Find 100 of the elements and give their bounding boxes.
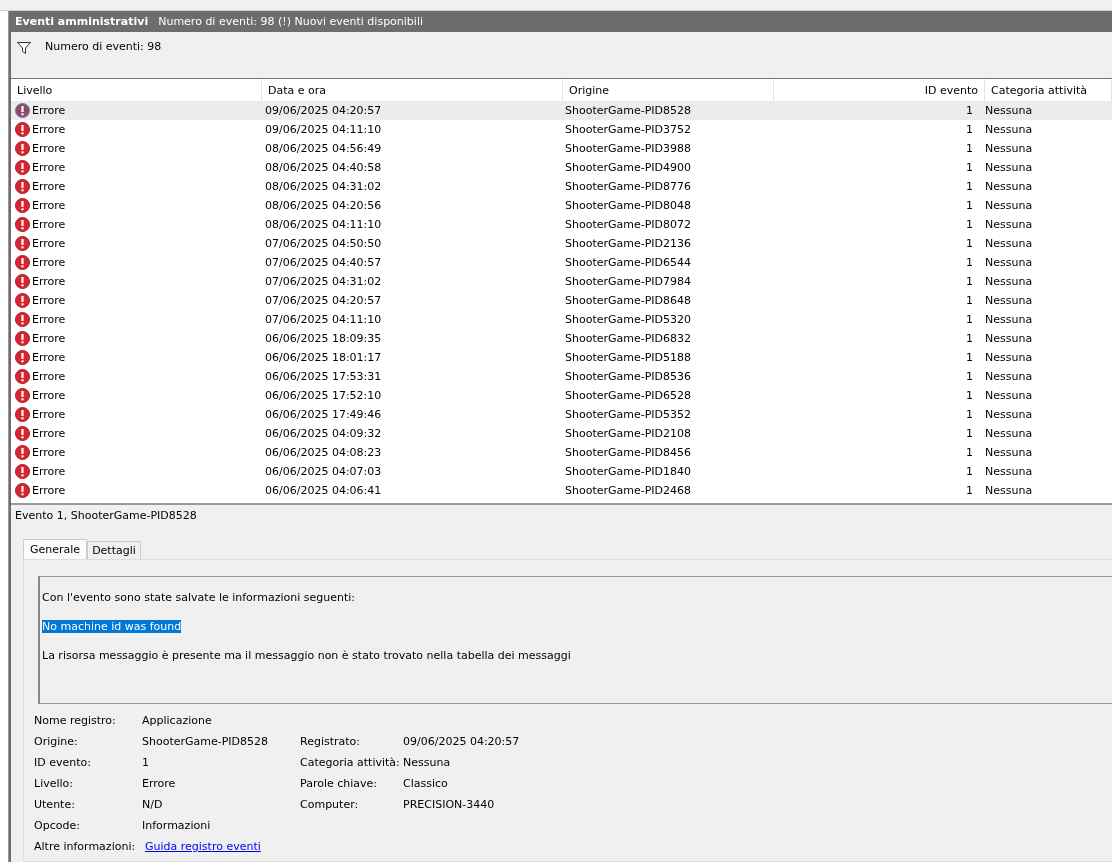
event-row[interactable]: Errore 07/06/2025 04:40:57 ShooterGame-PID6544 1 Nessuna bbox=[11, 253, 1112, 272]
property-value: Informazioni bbox=[142, 819, 212, 832]
event-row[interactable]: Errore 06/06/2025 04:07:03 ShooterGame-PID1840 1 Nessuna bbox=[11, 462, 1112, 481]
event-row[interactable]: Errore 08/06/2025 04:20:56 ShooterGame-PID8048 1 Nessuna bbox=[11, 196, 1112, 215]
table-cell-text: ShooterGame-PID5352 bbox=[564, 408, 693, 421]
table-cell-text: 1 bbox=[965, 446, 974, 459]
table-cell-text: Nessuna bbox=[984, 199, 1034, 212]
table-cell: Errore bbox=[32, 427, 66, 440]
property-value: 1 bbox=[142, 756, 150, 769]
table-cell: Errore bbox=[32, 123, 66, 136]
table-cell-text: 08/06/2025 04:56:49 bbox=[264, 142, 383, 155]
error-icon bbox=[15, 122, 30, 137]
event-row[interactable]: Errore 06/06/2025 04:09:32 ShooterGame-PID2108 1 Nessuna bbox=[11, 424, 1112, 443]
error-icon bbox=[15, 331, 30, 346]
property-label: Parole chiave: bbox=[300, 777, 378, 790]
table-cell-text: 1 bbox=[965, 123, 974, 136]
table-cell-text: Nessuna bbox=[984, 104, 1034, 117]
table-cell-text: ShooterGame-PID8536 bbox=[564, 370, 693, 383]
table-cell-text: 1 bbox=[965, 294, 974, 307]
table-cell: Errore bbox=[32, 351, 66, 364]
table-cell: Errore bbox=[32, 370, 66, 383]
event-row[interactable]: Errore 08/06/2025 04:11:10 ShooterGame-PID8072 1 Nessuna bbox=[11, 215, 1112, 234]
event-row[interactable]: Errore 06/06/2025 18:01:17 ShooterGame-PID5188 1 Nessuna bbox=[11, 348, 1112, 367]
event-row[interactable]: Errore 08/06/2025 04:31:02 ShooterGame-PID8776 1 Nessuna bbox=[11, 177, 1112, 196]
event-count-notice: Numero di eventi: 98 (!) Nuovi eventi disponibili bbox=[158, 15, 424, 28]
help-link[interactable]: Guida registro eventi bbox=[145, 840, 300, 853]
tab[interactable]: Generale bbox=[23, 539, 88, 559]
filter-icon[interactable] bbox=[17, 42, 31, 54]
table-cell-text: Nessuna bbox=[984, 484, 1034, 497]
error-icon bbox=[15, 141, 30, 156]
table-cell-text: 1 bbox=[965, 389, 974, 402]
event-row[interactable]: Errore 06/06/2025 18:09:35 ShooterGame-PID6832 1 Nessuna bbox=[11, 329, 1112, 348]
event-row[interactable]: Errore 06/06/2025 17:49:46 ShooterGame-PID5352 1 Nessuna bbox=[11, 405, 1112, 424]
table-cell-text: 08/06/2025 04:31:02 bbox=[264, 180, 383, 193]
table-cell-text: Nessuna bbox=[984, 161, 1034, 174]
table-cell-text: ShooterGame-PID3988 bbox=[564, 142, 693, 155]
table-cell-text: 06/06/2025 18:01:17 bbox=[264, 351, 383, 364]
table-cell-text: 07/06/2025 04:50:50 bbox=[264, 237, 383, 250]
table-cell-text: Nessuna bbox=[984, 142, 1034, 155]
table-cell-text: ShooterGame-PID8072 bbox=[564, 218, 693, 231]
table-cell-text: ShooterGame-PID2136 bbox=[564, 237, 693, 250]
property-label: Origine: bbox=[34, 735, 79, 748]
property-label: Utente: bbox=[34, 798, 76, 811]
property-label: ID evento: bbox=[34, 756, 92, 769]
table-cell: Errore bbox=[32, 389, 66, 402]
event-row[interactable]: Errore 07/06/2025 04:50:50 ShooterGame-PID2136 1 Nessuna bbox=[11, 234, 1112, 253]
event-row[interactable]: Errore 09/06/2025 04:11:10 ShooterGame-PID3752 1 Nessuna bbox=[11, 120, 1112, 139]
table-cell: Errore bbox=[32, 294, 66, 307]
event-row[interactable]: Errore 07/06/2025 04:31:02 ShooterGame-PID7984 1 Nessuna bbox=[11, 272, 1112, 291]
event-row[interactable]: Errore 06/06/2025 04:06:41 ShooterGame-PID2468 1 Nessuna bbox=[11, 481, 1112, 500]
property-value: PRECISION-3440 bbox=[403, 798, 496, 811]
event-row[interactable]: Errore 06/06/2025 04:08:23 ShooterGame-PID8456 1 Nessuna bbox=[11, 443, 1112, 462]
table-cell-text: 1 bbox=[965, 370, 974, 383]
table-cell-text: 1 bbox=[965, 161, 974, 174]
table-cell-text: Nessuna bbox=[984, 408, 1034, 421]
table-cell-text: ShooterGame-PID8648 bbox=[564, 294, 693, 307]
table-cell: Errore bbox=[32, 237, 66, 250]
error-icon bbox=[15, 160, 30, 175]
table-cell-text: 1 bbox=[965, 237, 974, 250]
table-cell-text: 06/06/2025 04:09:32 bbox=[264, 427, 383, 440]
table-cell-text: ShooterGame-PID4900 bbox=[564, 161, 693, 174]
table-cell-text: ShooterGame-PID6832 bbox=[564, 332, 693, 345]
table-cell-text: 07/06/2025 04:31:02 bbox=[264, 275, 383, 288]
property-value: 09/06/2025 04:20:57 bbox=[403, 735, 520, 748]
event-row[interactable]: Errore 08/06/2025 04:40:58 ShooterGame-PID4900 1 Nessuna bbox=[11, 158, 1112, 177]
error-icon bbox=[15, 369, 30, 384]
table-cell-text: 1 bbox=[965, 142, 974, 155]
table-cell-text: 1 bbox=[965, 199, 974, 212]
error-icon bbox=[15, 103, 30, 118]
property-label: Livello: bbox=[34, 777, 74, 790]
event-row[interactable]: Errore 07/06/2025 04:11:10 ShooterGame-PID5320 1 Nessuna bbox=[11, 310, 1112, 329]
error-icon bbox=[15, 388, 30, 403]
tab[interactable]: Dettagli bbox=[87, 541, 141, 559]
error-icon bbox=[15, 407, 30, 422]
table-cell-text: 08/06/2025 04:20:56 bbox=[264, 199, 383, 212]
error-icon bbox=[15, 236, 30, 251]
table-cell-text: Nessuna bbox=[984, 256, 1034, 269]
message-text: La risorsa messaggio è presente ma il messaggio non è stato trovato nella tabella dei messaggi bbox=[42, 649, 571, 662]
event-row[interactable]: Errore 06/06/2025 17:52:10 ShooterGame-PID6528 1 Nessuna bbox=[11, 386, 1112, 405]
table-cell-text: 1 bbox=[965, 408, 974, 421]
table-cell: Errore bbox=[32, 161, 66, 174]
table-cell: Errore bbox=[32, 256, 66, 269]
table-cell-text: 1 bbox=[965, 313, 974, 326]
event-row[interactable]: Errore 07/06/2025 04:20:57 ShooterGame-PID8648 1 Nessuna bbox=[11, 291, 1112, 310]
table-cell-text: ShooterGame-PID2468 bbox=[564, 484, 693, 497]
table-cell-text: ShooterGame-PID5320 bbox=[564, 313, 693, 326]
table-cell-text: 07/06/2025 04:11:10 bbox=[264, 313, 383, 326]
property-label: Altre informazioni: bbox=[34, 840, 137, 853]
event-row[interactable]: Errore 09/06/2025 04:20:57 ShooterGame-PID8528 1 Nessuna bbox=[11, 101, 1112, 120]
table-cell-text: 06/06/2025 17:52:10 bbox=[264, 389, 383, 402]
table-cell-text: Nessuna bbox=[984, 465, 1034, 478]
table-cell-text: 06/06/2025 04:06:41 bbox=[264, 484, 383, 497]
table-cell-text: 08/06/2025 04:40:58 bbox=[264, 161, 383, 174]
event-row[interactable]: Errore 06/06/2025 17:53:31 ShooterGame-PID8536 1 Nessuna bbox=[11, 367, 1112, 386]
error-icon bbox=[15, 198, 30, 213]
table-cell-text: ShooterGame-PID1840 bbox=[564, 465, 693, 478]
event-row[interactable]: Errore 08/06/2025 04:56:49 ShooterGame-PID3988 1 Nessuna bbox=[11, 139, 1112, 158]
table-cell-text: Nessuna bbox=[984, 427, 1034, 440]
table-cell-text: 1 bbox=[965, 351, 974, 364]
event-title: Evento 1, ShooterGame-PID8528 bbox=[15, 509, 198, 524]
